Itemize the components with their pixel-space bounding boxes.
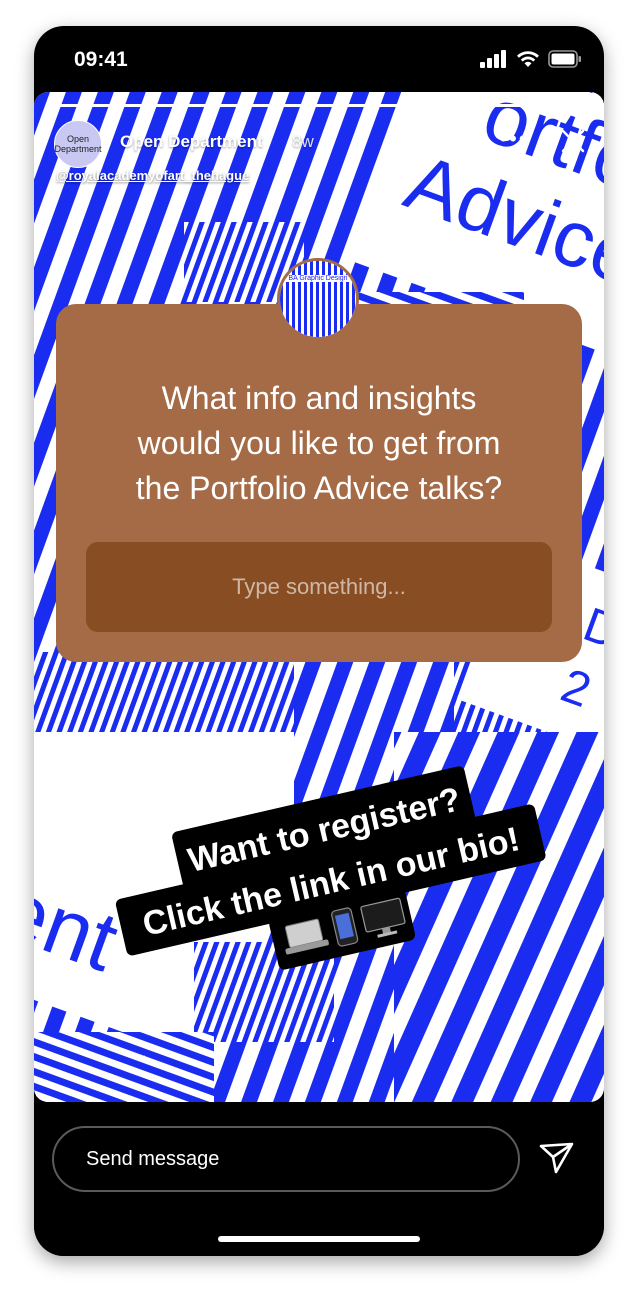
avatar-text-line-1: Open xyxy=(66,134,90,144)
question-avatar-image xyxy=(280,261,356,337)
mention-link[interactable]: @royalacademyofart_thehague xyxy=(56,168,249,183)
question-avatar-label: BA Graphic Design xyxy=(280,275,356,282)
question-line: What info and insights xyxy=(161,380,477,416)
bottom-bar: Send message xyxy=(34,1102,604,1256)
signal-icon xyxy=(480,50,506,68)
wifi-icon xyxy=(517,51,539,67)
status-bar: 09:41 xyxy=(34,26,604,92)
profile-avatar[interactable]: Open Department xyxy=(54,120,102,168)
story-progress-fill xyxy=(46,104,592,107)
question-sticker[interactable]: What info and insights would you like to… xyxy=(56,304,582,662)
phone-frame: 09:41 Advice ortfo D 2 ent Open Departme… xyxy=(34,26,604,1256)
question-answer-input[interactable]: Type something... xyxy=(86,542,552,632)
profile-name[interactable]: Open Department xyxy=(120,132,263,152)
story-view[interactable]: Advice ortfo D 2 ent Open Department Ope… xyxy=(34,92,604,1102)
question-avatar: BA Graphic Design xyxy=(277,258,359,340)
story-time-ago: 8w xyxy=(292,132,314,151)
avatar-text-line-2: Department xyxy=(54,144,102,154)
send-icon[interactable] xyxy=(536,1138,576,1178)
question-line: the Portfolio Advice talks? xyxy=(135,470,503,506)
battery-icon xyxy=(548,50,581,68)
home-indicator[interactable] xyxy=(218,1236,420,1242)
status-icons xyxy=(480,50,582,68)
question-text: What info and insights would you like to… xyxy=(56,376,582,511)
status-time: 09:41 xyxy=(74,48,128,71)
close-icon[interactable] xyxy=(560,128,586,154)
story-progress-bar xyxy=(46,104,592,107)
more-options-button[interactable]: ••• xyxy=(496,126,532,152)
send-message-input[interactable]: Send message xyxy=(52,1126,520,1192)
more-icon: ••• xyxy=(499,126,529,151)
question-line: would you like to get from xyxy=(137,425,501,461)
